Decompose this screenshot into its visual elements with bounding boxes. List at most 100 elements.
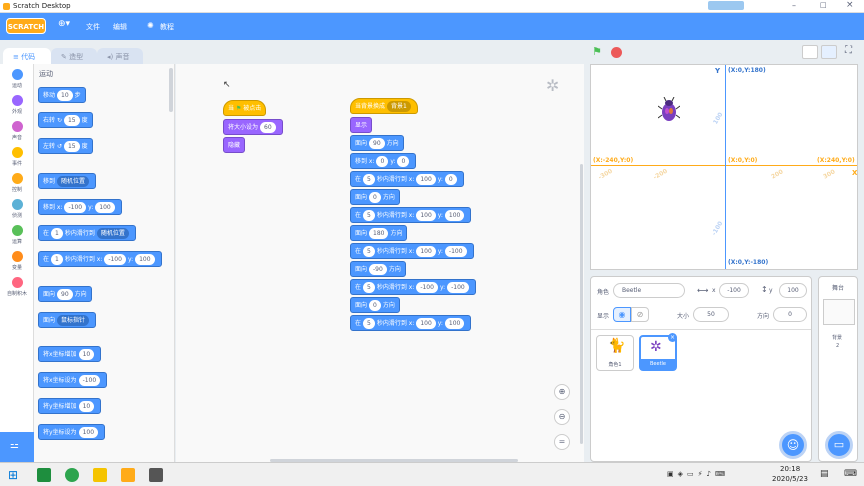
block-input[interactable]: 60 <box>260 122 276 133</box>
block-change-x[interactable]: 将x坐标增加 10 <box>38 346 102 362</box>
pycharm-icon[interactable] <box>37 468 51 482</box>
block-input[interactable]: 10 <box>57 90 73 101</box>
menu-edit[interactable]: 编辑 <box>113 22 127 32</box>
sprite-thumbnail-beetle[interactable]: ✲ Beetle × <box>639 333 677 371</box>
block-input[interactable]: 100 <box>416 174 436 185</box>
block-glide-xy[interactable]: 在 1 秒内滑行到 x: -100 y: 100 <box>38 251 162 267</box>
zoom-out-button[interactable]: ⊖ <box>554 409 570 425</box>
x-input[interactable]: -100 <box>719 283 749 298</box>
ime-icon[interactable]: ⌨ <box>844 469 857 479</box>
when-flag-clicked-block[interactable]: 当 ⚑ 被点击 <box>223 100 267 116</box>
category-variables[interactable]: 变量 <box>4 251 30 271</box>
stop-icon[interactable] <box>611 47 622 58</box>
beetle-sprite[interactable] <box>657 96 681 123</box>
category-looks[interactable]: 外观 <box>4 95 30 115</box>
scratch-taskbar-icon[interactable] <box>121 468 135 482</box>
glide-xy-block[interactable]: 在 5 秒内滑行到 x: -100 y: -100 <box>350 279 476 295</box>
block-input[interactable]: 0 <box>369 300 381 311</box>
block-dropdown[interactable]: 鼠标指针 <box>57 315 90 326</box>
block-input[interactable]: -100 <box>447 282 469 293</box>
block-input[interactable]: 5 <box>363 282 375 293</box>
block-input[interactable]: 100 <box>416 210 436 221</box>
browser-icon[interactable] <box>65 468 79 482</box>
glide-xy-block[interactable]: 在 5 秒内滑行到 x: 100 y: 0 <box>350 171 464 187</box>
glide-xy-block[interactable]: 在 5 秒内滑行到 x: 100 y: 100 <box>350 315 472 331</box>
globe-icon[interactable]: ⊕▾ <box>58 19 70 29</box>
block-input[interactable]: -90 <box>369 264 387 275</box>
clock-date[interactable]: 2020/5/23 <box>772 475 808 483</box>
palette-scrollbar[interactable] <box>169 68 173 112</box>
block-turn-right[interactable]: 右转 ↻ 15 度 <box>38 112 93 128</box>
block-input[interactable]: -100 <box>78 375 101 386</box>
tab-code[interactable]: ≡ 代码 <box>3 48 51 65</box>
block-input[interactable]: -100 <box>104 254 126 265</box>
block-glide[interactable]: 在 1 秒内滑行到 随机位置 <box>38 225 136 241</box>
block-input[interactable]: 0 <box>397 156 410 167</box>
block-turn-left[interactable]: 左转 ↺ 15 度 <box>38 138 93 154</box>
scratch-logo[interactable]: SCRATCH <box>6 18 46 34</box>
block-input[interactable]: 180 <box>369 228 389 239</box>
menu-file[interactable]: 文件 <box>86 22 100 32</box>
category-sensing[interactable]: 侦测 <box>4 199 30 219</box>
category-sound[interactable]: 声音 <box>4 121 30 141</box>
point-direction-block[interactable]: 面向 90 方向 <box>350 135 404 151</box>
set-size-block[interactable]: 将大小设为 60 <box>223 119 283 135</box>
tab-sounds[interactable]: ◂) 声音 <box>97 48 143 65</box>
large-stage-button[interactable] <box>821 45 837 59</box>
block-input[interactable]: 1 <box>51 228 63 239</box>
add-extension-button[interactable]: ⚍ <box>0 432 34 462</box>
goto-xy-block[interactable]: 移到 x: 0 y: 0 <box>350 153 417 169</box>
block-input[interactable]: -100 <box>444 246 467 257</box>
block-input[interactable]: 15 <box>63 115 80 126</box>
when-backdrop-switches-block[interactable]: 当背景换成 背景1 <box>350 98 418 114</box>
category-motion[interactable]: 运动 <box>4 69 30 89</box>
app-taskbar-icon[interactable] <box>149 468 163 482</box>
workspace-vscrollbar[interactable] <box>580 164 583 444</box>
block-point-direction[interactable]: 面向 90 方向 <box>38 286 92 302</box>
category-control[interactable]: 控制 <box>4 173 30 193</box>
tab-costumes[interactable]: ✎ 造型 <box>51 48 97 65</box>
show-visible-button[interactable]: ◉ <box>613 307 631 322</box>
point-direction-block[interactable]: 面向 0 方向 <box>350 297 400 313</box>
block-dropdown[interactable]: 随机位置 <box>96 228 129 239</box>
block-dropdown[interactable]: 随机位置 <box>57 176 90 187</box>
notification-icon[interactable]: ▤ <box>820 469 829 479</box>
block-dropdown[interactable]: 背景1 <box>387 101 411 112</box>
block-input[interactable]: -100 <box>64 202 87 213</box>
sprite-thumbnail-cat[interactable]: 🐈 角色1 <box>596 335 634 371</box>
block-input[interactable]: 10 <box>78 349 95 360</box>
backdrop-thumbnail[interactable] <box>823 299 855 325</box>
block-input[interactable]: -100 <box>416 282 438 293</box>
system-tray-icons[interactable]: ▣◈▭⚡♪⌨ <box>667 470 729 478</box>
category-operators[interactable]: 运算 <box>4 225 30 245</box>
glide-xy-block[interactable]: 在 5 秒内滑行到 x: 100 y: 100 <box>350 207 472 223</box>
block-input[interactable]: 0 <box>444 174 457 185</box>
size-input[interactable]: 50 <box>693 307 729 322</box>
block-input[interactable]: 90 <box>369 138 385 149</box>
block-move[interactable]: 移动 10 步 <box>38 87 86 103</box>
glide-xy-block[interactable]: 在 5 秒内滑行到 x: 100 y: -100 <box>350 243 474 259</box>
hide-block[interactable]: 隐藏 <box>223 137 246 153</box>
block-change-y[interactable]: 将y坐标增加 10 <box>38 398 102 414</box>
block-input[interactable]: 5 <box>363 246 375 257</box>
stage-canvas[interactable]: Y (X:0,Y:180) (X:-240,Y:0) (X:0,Y:0) (X:… <box>590 64 858 270</box>
menu-tutorial[interactable]: 教程 <box>160 22 174 32</box>
point-direction-block[interactable]: 面向 0 方向 <box>350 189 400 205</box>
block-input[interactable]: 100 <box>135 254 155 265</box>
category-events[interactable]: 事件 <box>4 147 30 167</box>
small-stage-button[interactable] <box>802 45 818 59</box>
block-goto-xy[interactable]: 移到 x: -100 y: 100 <box>38 199 122 215</box>
block-input[interactable]: 5 <box>363 318 375 329</box>
clock-time[interactable]: 20:18 <box>780 465 800 473</box>
block-set-y[interactable]: 将y坐标设为 100 <box>38 424 106 440</box>
show-block[interactable]: 显示 <box>350 117 373 133</box>
zoom-in-button[interactable]: ⊕ <box>554 384 570 400</box>
zoom-reset-button[interactable]: = <box>554 434 570 450</box>
add-sprite-button[interactable]: ☺ <box>779 431 807 459</box>
minimize-icon[interactable]: – <box>792 1 796 10</box>
block-input[interactable]: 90 <box>57 289 73 300</box>
green-flag-icon[interactable]: ⚑ <box>592 45 602 58</box>
block-input[interactable]: 10 <box>78 401 95 412</box>
block-input[interactable]: 0 <box>376 156 389 167</box>
direction-input[interactable]: 0 <box>773 307 807 322</box>
